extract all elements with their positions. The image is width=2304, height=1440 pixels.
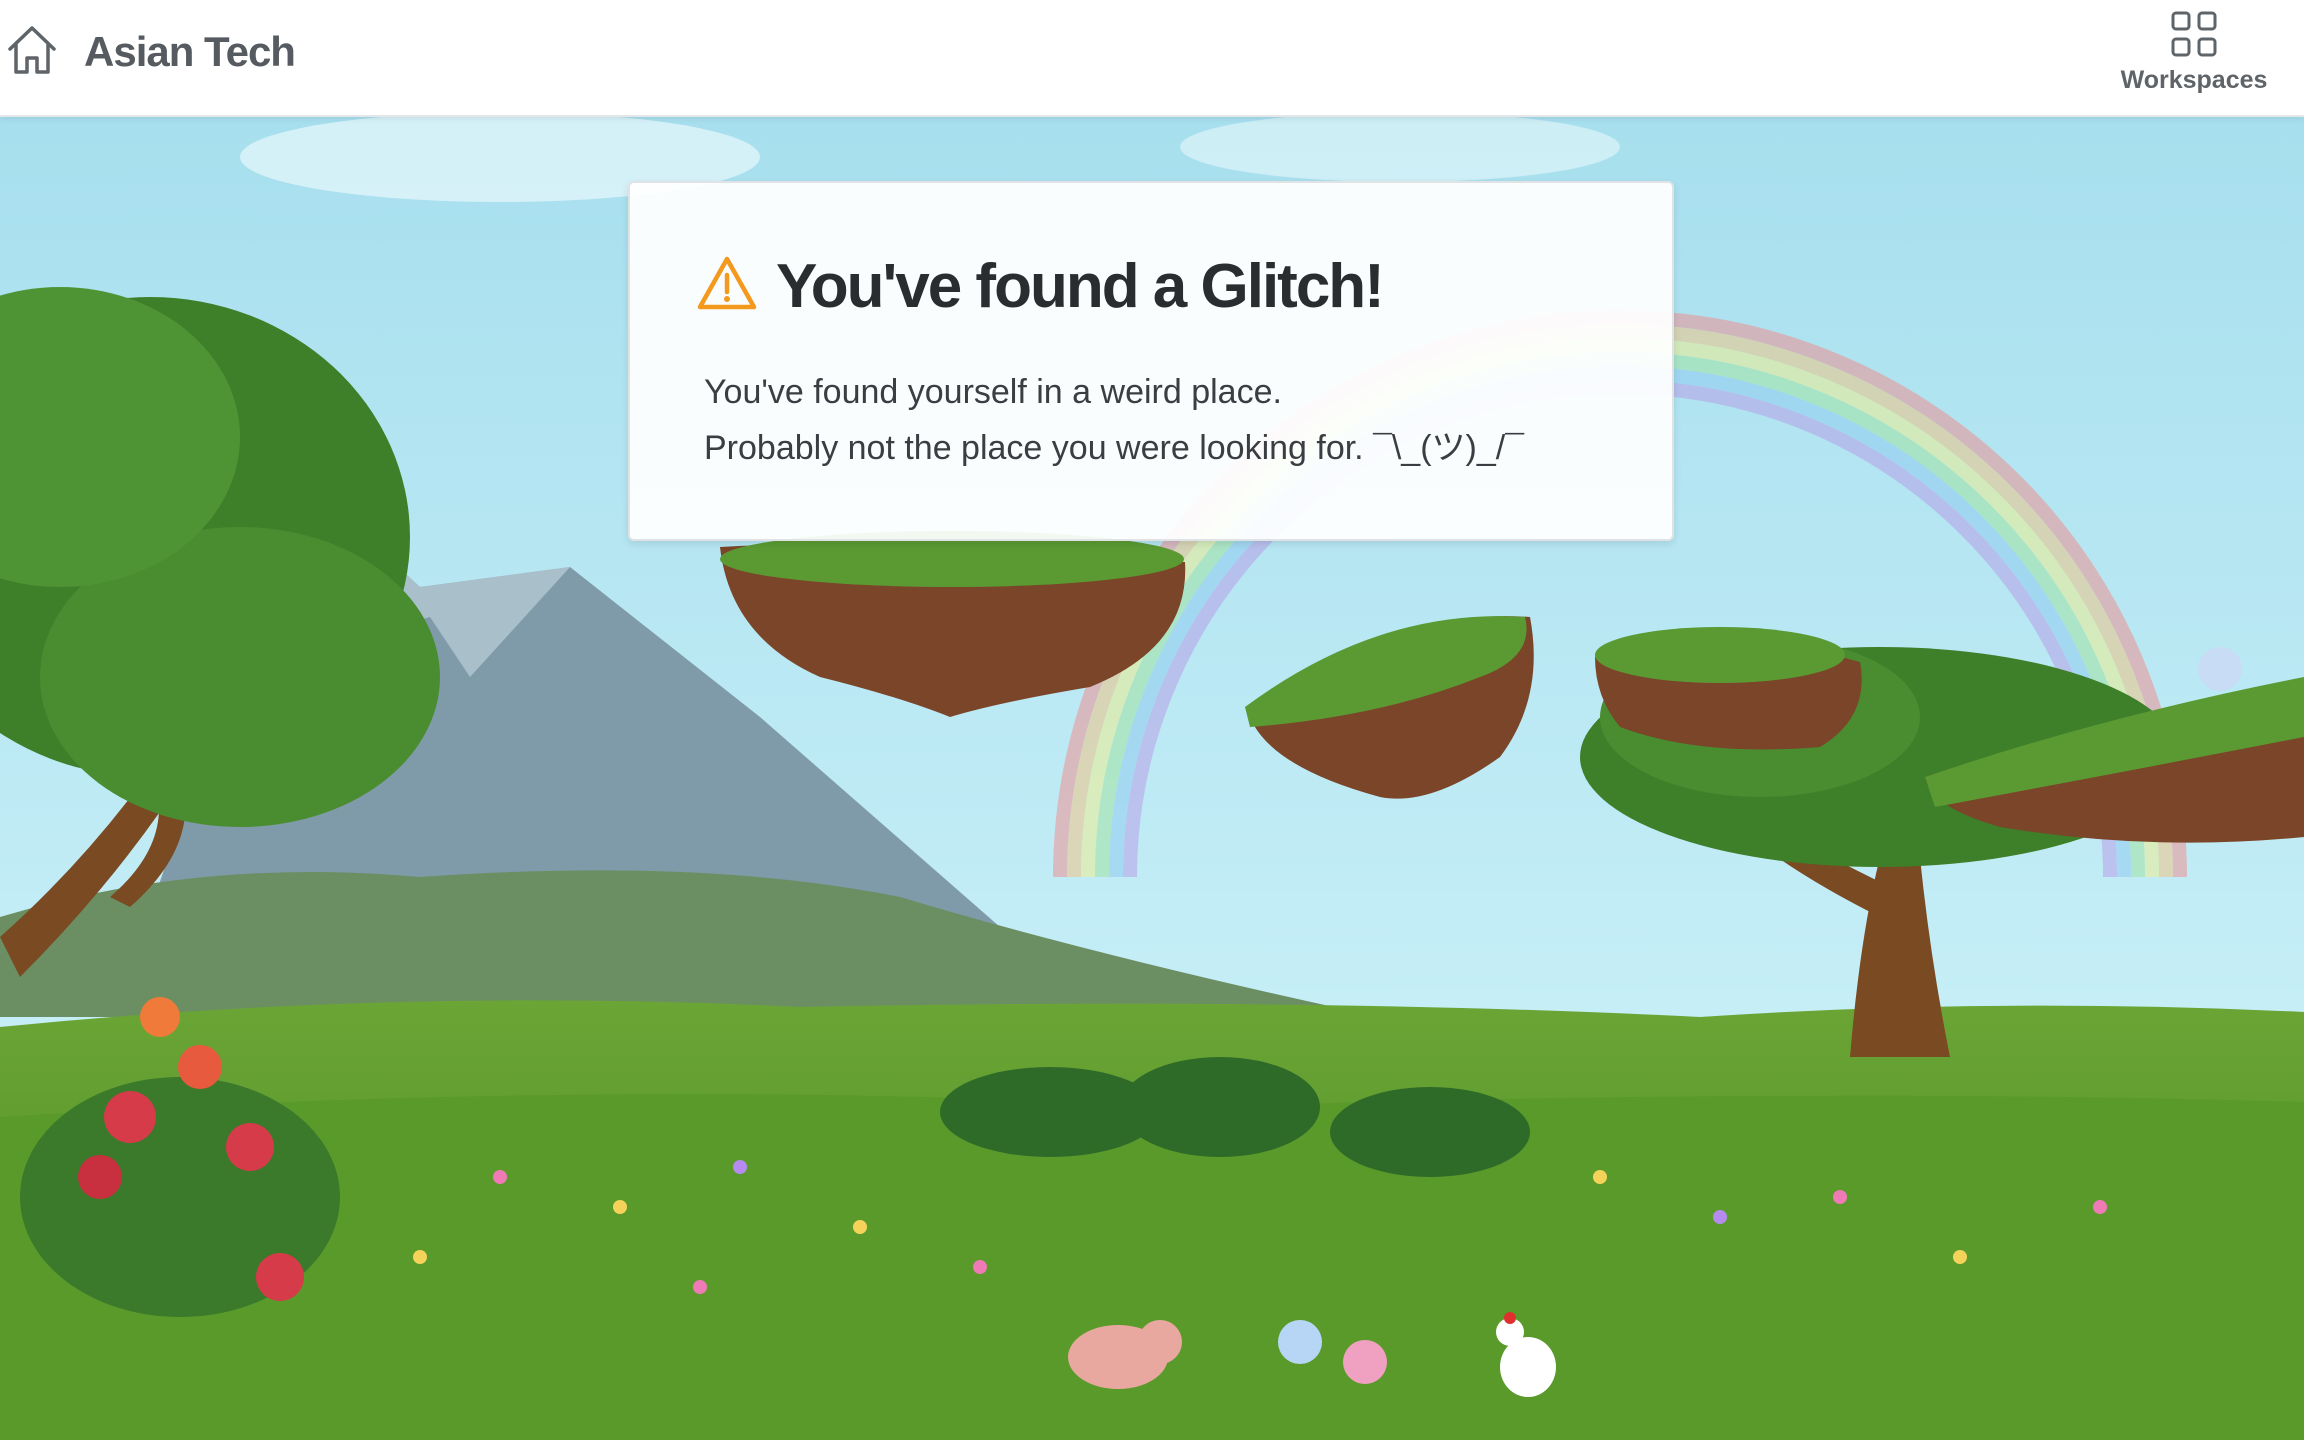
bush [1120,1057,1320,1157]
error-card: You've found a Glitch! You've found your… [628,181,1674,541]
top-bar: Asian Tech Workspaces [0,0,2304,117]
flower [1343,1340,1387,1384]
workspaces-label: Workspaces [2120,66,2268,94]
error-message-line-1: You've found yourself in a weird place. [704,373,1282,411]
flower [1278,1320,1322,1364]
home-button[interactable] [4,22,60,78]
error-heading: You've found a Glitch! [776,252,1385,321]
error-message-line-2: Probably not the place you were looking … [704,429,1524,467]
flower [2198,647,2242,691]
grid-icon [2171,11,2217,57]
app-title[interactable]: Asian Tech [84,28,296,76]
home-icon [8,26,56,74]
floating-island-3 [1595,627,1862,750]
bush [1330,1087,1530,1177]
workspaces-button[interactable]: Workspaces [2094,10,2294,105]
warning-icon [697,256,757,310]
